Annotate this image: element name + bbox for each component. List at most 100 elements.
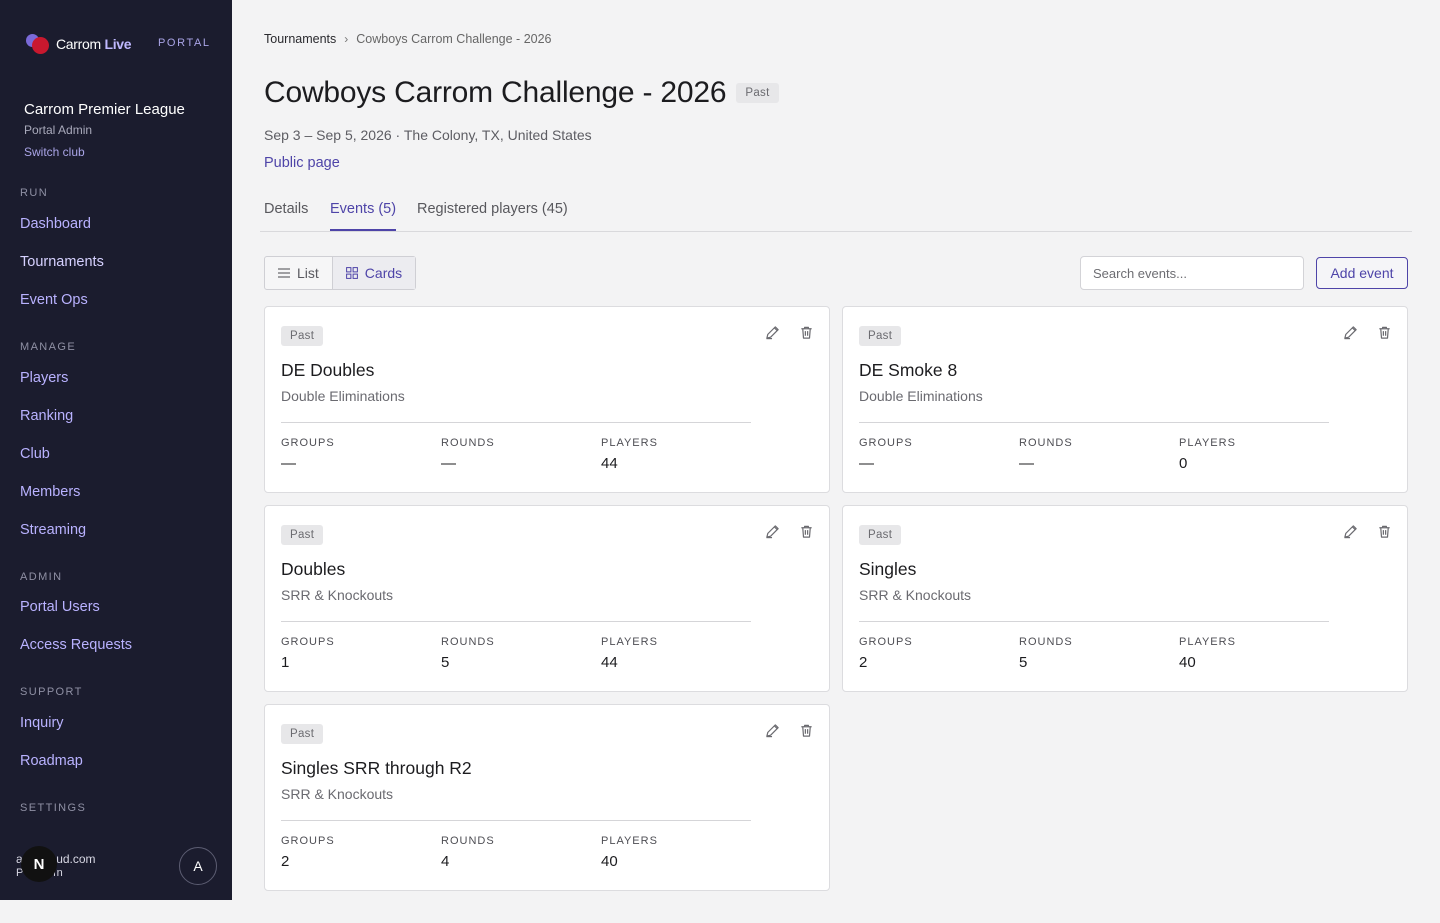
edit-icon[interactable] xyxy=(1341,323,1359,341)
stat-groups: GROUPS 1 xyxy=(281,636,335,671)
stat-value: 1 xyxy=(281,654,290,671)
stat-rounds: ROUNDS — xyxy=(441,437,495,472)
event-name[interactable]: DE Doubles xyxy=(281,360,374,381)
nav-section-admin: ADMIN xyxy=(20,571,63,583)
sidebar-item-inquiry[interactable]: Inquiry xyxy=(20,715,64,731)
stat-value: — xyxy=(281,455,296,472)
stat-label: ROUNDS xyxy=(1019,636,1073,648)
sidebar-item-ranking[interactable]: Ranking xyxy=(20,408,73,424)
edit-icon[interactable] xyxy=(763,323,781,341)
trash-icon[interactable] xyxy=(1375,522,1393,540)
page-title: Cowboys Carrom Challenge - 2026 xyxy=(264,76,727,109)
sidebar-item-streaming[interactable]: Streaming xyxy=(20,522,86,538)
event-name[interactable]: Singles xyxy=(859,559,916,580)
divider xyxy=(859,621,1329,622)
stat-value: 40 xyxy=(1179,654,1196,671)
club-role: Portal Admin xyxy=(24,123,93,137)
sidebar-item-club[interactable]: Club xyxy=(20,446,50,462)
event-name[interactable]: Doubles xyxy=(281,559,345,580)
stat-label: ROUNDS xyxy=(441,636,495,648)
sidebar-item-tournaments[interactable]: Tournaments xyxy=(20,254,104,270)
divider xyxy=(281,422,751,423)
card-actions xyxy=(1341,323,1393,341)
event-format: Double Eliminations xyxy=(281,388,405,404)
stat-players: PLAYERS 40 xyxy=(1179,636,1236,671)
view-toggle: List Cards xyxy=(264,256,417,290)
sidebar-item-members[interactable]: Members xyxy=(20,484,80,500)
search-events-input[interactable] xyxy=(1080,256,1304,290)
stat-label: ROUNDS xyxy=(1019,437,1073,449)
brand-name: Carrom Live xyxy=(56,36,132,52)
edit-icon[interactable] xyxy=(763,522,781,540)
stat-label: GROUPS xyxy=(859,437,913,449)
divider xyxy=(281,621,751,622)
add-event-button[interactable]: Add event xyxy=(1316,257,1408,289)
trash-icon[interactable] xyxy=(797,522,815,540)
stat-label: ROUNDS xyxy=(441,437,495,449)
stat-label: GROUPS xyxy=(281,437,335,449)
sidebar-item-access-requests[interactable]: Access Requests xyxy=(20,637,132,653)
stat-value: 4 xyxy=(441,853,450,870)
event-card[interactable]: Past DE Smoke 8 Double Eliminations GROU… xyxy=(842,306,1408,493)
list-icon xyxy=(278,268,290,278)
sidebar-item-players[interactable]: Players xyxy=(20,370,68,386)
stat-value: 40 xyxy=(601,853,618,870)
tab-events[interactable]: Events (5) xyxy=(330,201,397,231)
stat-players: PLAYERS 0 xyxy=(1179,437,1236,472)
stat-value: 44 xyxy=(601,455,618,472)
stat-label: PLAYERS xyxy=(1179,437,1236,449)
status-badge: Past xyxy=(281,724,324,744)
breadcrumb-tournaments-link[interactable]: Tournaments xyxy=(264,32,336,46)
user-menu[interactable]: a @icloud.com P Admin N A xyxy=(16,846,226,886)
nav-section-support: SUPPORT xyxy=(20,686,83,698)
stat-value: 2 xyxy=(859,654,868,671)
stat-value: — xyxy=(441,455,456,472)
event-format: SRR & Knockouts xyxy=(859,587,972,603)
list-view-button[interactable]: List xyxy=(265,257,332,289)
trash-icon[interactable] xyxy=(797,721,815,739)
brand-logo-link[interactable]: Carrom Live xyxy=(26,32,132,56)
cards-view-button[interactable]: Cards xyxy=(331,257,416,289)
edit-icon[interactable] xyxy=(763,721,781,739)
sidebar-item-event-ops[interactable]: Event Ops xyxy=(20,292,88,308)
stat-groups: GROUPS 2 xyxy=(859,636,913,671)
event-card[interactable]: Past Singles SRR & Knockouts GROUPS 2 RO… xyxy=(842,505,1408,692)
public-page-link[interactable]: Public page xyxy=(264,155,340,171)
event-name[interactable]: Singles SRR through R2 xyxy=(281,758,472,779)
sidebar-item-portal-users[interactable]: Portal Users xyxy=(20,599,100,615)
stat-value: 5 xyxy=(441,654,450,671)
card-actions xyxy=(1341,522,1393,540)
stat-rounds: ROUNDS 5 xyxy=(1019,636,1073,671)
sidebar: Carrom Live PORTAL Carrom Premier League… xyxy=(0,0,232,900)
stat-rounds: ROUNDS 5 xyxy=(441,636,495,671)
tab-registered-players[interactable]: Registered players (45) xyxy=(417,201,568,227)
event-format: SRR & Knockouts xyxy=(281,587,394,603)
switch-club-link[interactable]: Switch club xyxy=(24,145,85,159)
edit-icon[interactable] xyxy=(1341,522,1359,540)
carrom-logo-icon xyxy=(26,32,50,56)
trash-icon[interactable] xyxy=(797,323,815,341)
stat-groups: GROUPS 2 xyxy=(281,835,335,870)
sidebar-item-dashboard[interactable]: Dashboard xyxy=(20,216,91,232)
stat-label: PLAYERS xyxy=(601,636,658,648)
account-avatar-button[interactable]: A xyxy=(179,847,217,885)
event-card[interactable]: Past DE Doubles Double Eliminations GROU… xyxy=(264,306,830,493)
stat-label: GROUPS xyxy=(281,835,335,847)
event-card[interactable]: Past Doubles SRR & Knockouts GROUPS 1 RO… xyxy=(264,505,830,692)
stat-rounds: ROUNDS — xyxy=(1019,437,1073,472)
stat-value: 0 xyxy=(1179,455,1188,472)
stat-label: GROUPS xyxy=(281,636,335,648)
event-name[interactable]: DE Smoke 8 xyxy=(859,360,957,381)
stat-players: PLAYERS 44 xyxy=(601,636,658,671)
stat-value: — xyxy=(1019,455,1034,472)
nav-section-run: RUN xyxy=(20,187,49,199)
breadcrumb: Tournaments › Cowboys Carrom Challenge -… xyxy=(264,32,552,46)
trash-icon[interactable] xyxy=(1375,323,1393,341)
card-actions xyxy=(763,721,815,739)
sidebar-item-roadmap[interactable]: Roadmap xyxy=(20,753,83,769)
status-badge: Past xyxy=(736,83,779,103)
tab-details[interactable]: Details xyxy=(264,201,308,227)
avatar[interactable]: N xyxy=(21,846,57,882)
stat-value: 5 xyxy=(1019,654,1028,671)
event-card[interactable]: Past Singles SRR through R2 SRR & Knocko… xyxy=(264,704,830,891)
